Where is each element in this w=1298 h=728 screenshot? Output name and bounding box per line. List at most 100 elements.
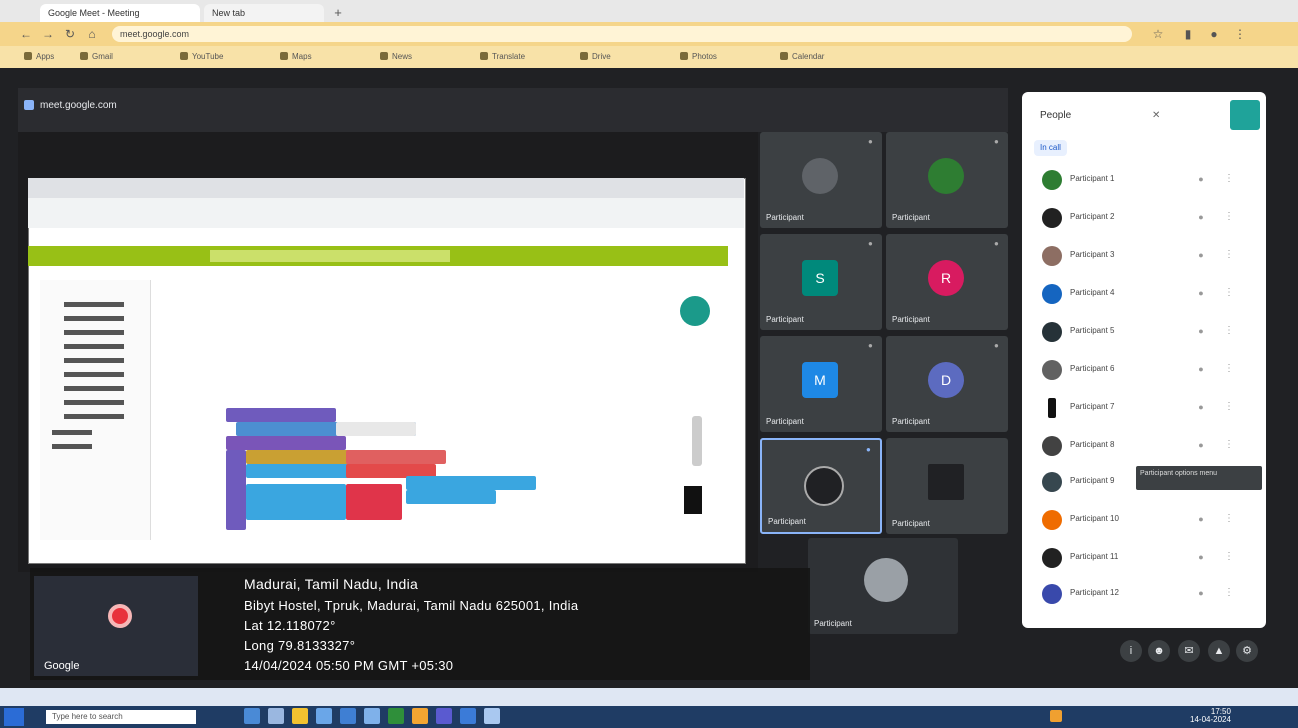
mic-icon[interactable]: ● [1194, 210, 1208, 224]
mic-icon[interactable]: ● [1194, 286, 1208, 300]
app-icon[interactable] [316, 708, 332, 724]
participant-tile[interactable]: ● Participant [760, 132, 882, 228]
avatar [1042, 322, 1062, 342]
participant-row[interactable]: Participant 1 ● ⋮ [1036, 166, 1256, 194]
mic-muted-icon: ● [994, 239, 999, 248]
bookmark-item[interactable]: Translate [480, 50, 525, 64]
participant-row[interactable]: Participant 8 ● ⋮ [1036, 432, 1256, 460]
browser-tab[interactable]: New tab [204, 4, 324, 22]
tile-name: Participant [766, 417, 804, 426]
task-view-icon[interactable] [244, 708, 260, 724]
participant-tile-speaking[interactable]: ● Participant [760, 438, 882, 534]
participant-row[interactable]: Participant 3 ● ⋮ [1036, 242, 1256, 270]
participant-name: Participant 1 [1070, 174, 1115, 183]
back-icon[interactable]: ← [18, 26, 34, 42]
app-icon[interactable] [268, 708, 284, 724]
close-icon[interactable]: ✕ [1152, 110, 1160, 121]
participant-tile[interactable]: Participant [808, 538, 958, 634]
more-icon[interactable]: ⋮ [1224, 586, 1234, 600]
address-input[interactable]: meet.google.com [112, 26, 1132, 42]
more-icon[interactable]: ⋮ [1224, 362, 1234, 376]
chat-icon[interactable]: ✉ [1178, 640, 1200, 662]
profile-icon[interactable]: ● [1206, 26, 1222, 42]
add-people-button[interactable] [1230, 100, 1260, 130]
participant-row[interactable]: Participant 4 ● ⋮ [1036, 280, 1256, 308]
bookmark-item[interactable]: YouTube [180, 50, 223, 64]
bookmark-item[interactable]: Apps [24, 50, 54, 64]
more-icon[interactable]: ⋮ [1224, 172, 1234, 186]
mic-icon[interactable]: ● [1194, 400, 1208, 414]
info-icon[interactable]: i [1120, 640, 1142, 662]
more-icon[interactable]: ⋮ [1224, 438, 1234, 452]
new-tab-button[interactable]: + [330, 5, 346, 21]
chrome-icon[interactable] [412, 708, 428, 724]
participant-row[interactable]: Participant 5 ● ⋮ [1036, 318, 1256, 346]
participant-tile[interactable]: Participant [886, 438, 1008, 534]
participant-row[interactable]: Participant 2 ● ⋮ [1036, 204, 1256, 232]
participant-row[interactable]: Participant 7 ● ⋮ [1036, 394, 1256, 422]
participant-tile[interactable]: M ● Participant [760, 336, 882, 432]
more-icon[interactable]: ⋮ [1224, 550, 1234, 564]
taskbar-clock[interactable]: 17:50 14-04-2024 [1190, 708, 1231, 724]
more-icon[interactable]: ⋮ [1224, 324, 1234, 338]
extensions-icon[interactable]: ▮ [1180, 26, 1196, 42]
code-block [226, 436, 346, 450]
file-explorer-icon[interactable] [292, 708, 308, 724]
windows-start-icon[interactable] [4, 708, 24, 726]
app-icon[interactable] [388, 708, 404, 724]
bookmark-item[interactable]: Drive [580, 50, 611, 64]
participant-row[interactable]: Participant 12 ● ⋮ [1036, 580, 1256, 608]
people-icon[interactable]: ☻ [1148, 640, 1170, 662]
more-icon[interactable]: ⋮ [1224, 512, 1234, 526]
in-call-chip[interactable]: In call [1034, 140, 1067, 156]
bookmark-item[interactable]: Photos [680, 50, 717, 64]
browser-tab-active[interactable]: Google Meet - Meeting [40, 4, 200, 22]
reload-icon[interactable]: ↻ [62, 26, 78, 42]
mic-icon[interactable]: ● [1194, 438, 1208, 452]
participant-row[interactable]: Participant 6 ● ⋮ [1036, 356, 1256, 384]
participant-tile[interactable]: D ● Participant [886, 336, 1008, 432]
mic-icon[interactable]: ● [1194, 324, 1208, 338]
bookmark-item[interactable]: News [380, 50, 412, 64]
code-block [406, 490, 496, 504]
mic-icon[interactable]: ● [1194, 362, 1208, 376]
home-icon[interactable]: ⌂ [84, 26, 100, 42]
taskbar-search-input[interactable]: Type here to search [46, 710, 196, 724]
mic-icon[interactable]: ● [1194, 550, 1208, 564]
code-block [346, 484, 402, 520]
bookmark-item[interactable]: Maps [280, 50, 312, 64]
bookmark-item[interactable]: Gmail [80, 50, 113, 64]
mic-icon[interactable]: ● [1194, 172, 1208, 186]
tile-name: Participant [766, 213, 804, 222]
participant-tile[interactable]: R ● Participant [886, 234, 1008, 330]
speaking-icon: ● [866, 445, 871, 454]
tile-name: Participant [768, 517, 806, 526]
app-icon[interactable] [484, 708, 500, 724]
app-icon[interactable] [340, 708, 356, 724]
participant-row[interactable]: Participant 10 ● ⋮ [1036, 506, 1256, 534]
participant-tile[interactable]: S ● Participant [760, 234, 882, 330]
more-icon[interactable]: ⋮ [1224, 210, 1234, 224]
participant-row[interactable]: Participant 11 ● ⋮ [1036, 544, 1256, 572]
system-tray-icon[interactable] [1050, 710, 1062, 722]
app-icon[interactable] [460, 708, 476, 724]
mic-icon[interactable]: ● [1194, 512, 1208, 526]
mic-icon[interactable]: ● [1194, 248, 1208, 262]
menu-icon[interactable]: ⋮ [1232, 26, 1248, 42]
tile-name: Participant [892, 519, 930, 528]
tile-name: Participant [814, 619, 852, 628]
mic-icon[interactable]: ● [1194, 586, 1208, 600]
more-icon[interactable]: ⋮ [1224, 286, 1234, 300]
more-icon[interactable]: ⋮ [1224, 400, 1234, 414]
app-icon[interactable] [364, 708, 380, 724]
host-controls-icon[interactable]: ⚙ [1236, 640, 1258, 662]
activities-icon[interactable]: ▲ [1208, 640, 1230, 662]
app-badge [680, 296, 710, 326]
tree-node [64, 302, 124, 307]
star-icon[interactable]: ☆ [1150, 26, 1166, 42]
bookmark-item[interactable]: Calendar [780, 50, 824, 64]
forward-icon[interactable]: → [40, 26, 56, 42]
participant-tile[interactable]: ● Participant [886, 132, 1008, 228]
app-icon[interactable] [436, 708, 452, 724]
more-icon[interactable]: ⋮ [1224, 248, 1234, 262]
